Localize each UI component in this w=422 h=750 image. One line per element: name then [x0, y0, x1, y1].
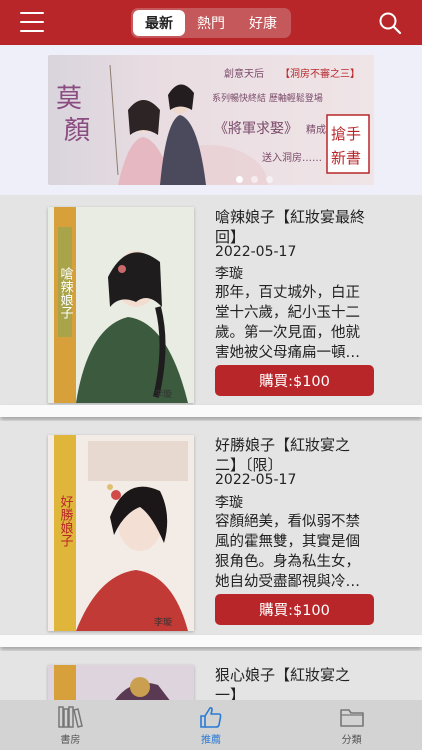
search-icon[interactable]: [378, 11, 402, 35]
tab-popular[interactable]: 熱門: [185, 10, 237, 36]
thumbs-up-icon: [200, 706, 222, 728]
banner-line2: 系列暢快終結 歷軸輕鬆登場: [212, 92, 323, 104]
bookshelf-icon: [58, 706, 84, 728]
book-description: 那年，百丈城外，白正堂十六歲，紀小玉十二歲。第一次見面，他就害她被父母痛扁一頓…: [215, 285, 360, 361]
book-description: 容顏絕美，看似弱不禁風的霍無雙，其實是個狠角色。身為私生女，她自幼受盡鄙視與冷…: [215, 514, 360, 590]
banner-logo-top: 莫: [56, 84, 82, 114]
book-title[interactable]: 狠心娘子【紅妝宴之一】: [215, 665, 365, 705]
banner-area: 莫 顏 創意天后 【洞房不審之三】 系列暢快終結 歷軸輕鬆登場 《將軍求娶》 精…: [0, 45, 422, 195]
nav-label: 分類: [341, 735, 362, 746]
book-cover[interactable]: 好勝娘子 李璇: [48, 435, 194, 631]
tab-deals[interactable]: 好康: [237, 10, 289, 36]
nav-label: 書房: [60, 735, 81, 746]
bottom-nav: 書房 推薦 分類: [0, 700, 422, 750]
carousel-dot[interactable]: [236, 176, 243, 183]
book-date: 2022-05-17: [215, 472, 297, 488]
buy-button[interactable]: 購買:$100: [215, 365, 374, 396]
divider: [0, 405, 422, 417]
nav-recommend[interactable]: 推薦: [141, 700, 282, 750]
cover-author: 李璇: [154, 388, 172, 400]
book-author: 李璇: [215, 495, 243, 511]
divider: [0, 635, 422, 647]
book-item[interactable]: 嗆辣娘子 李璇 嗆辣娘子【紅妝宴最終回】 2022-05-17 李璇 那年，百丈…: [0, 195, 422, 405]
book-date: 2022-05-17: [215, 244, 297, 260]
book-author: 李璇: [215, 266, 243, 282]
carousel-dots[interactable]: [236, 176, 273, 183]
cover-author: 李璇: [154, 616, 172, 628]
banner-book-title: 《將軍求娶》: [214, 121, 298, 137]
tab-latest[interactable]: 最新: [133, 10, 185, 36]
banner-line1-tag: 【洞房不審之三】: [280, 67, 360, 80]
book-title[interactable]: 嗆辣娘子【紅妝宴最終回】: [215, 207, 365, 247]
banner-line4: 送入洞房……: [262, 151, 322, 164]
promo-banner[interactable]: 莫 顏 創意天后 【洞房不審之三】 系列暢快終結 歷軸輕鬆登場 《將軍求娶》 精…: [48, 55, 374, 185]
nav-categories[interactable]: 分類: [281, 700, 422, 750]
cover-title: 好勝娘子: [58, 495, 74, 547]
book-title[interactable]: 好勝娘子【紅妝宴之二】〔限〕: [215, 435, 365, 475]
banner-logo-bottom: 顏: [64, 116, 90, 146]
carousel-dot[interactable]: [266, 176, 273, 183]
nav-label: 推薦: [201, 735, 221, 746]
book-cover[interactable]: 嗆辣娘子 李璇: [48, 207, 194, 403]
book-item[interactable]: 好勝娘子 李璇 好勝娘子【紅妝宴之二】〔限〕 2022-05-17 李璇 容顏絕…: [0, 421, 422, 635]
folder-icon: [339, 709, 364, 727]
nav-bookshelf[interactable]: 書房: [0, 700, 141, 750]
buy-button[interactable]: 購買:$100: [215, 594, 374, 625]
banner-stamp-top: 搶手: [331, 125, 361, 143]
banner-line1: 創意天后: [224, 67, 264, 80]
hamburger-menu-icon[interactable]: [20, 12, 44, 32]
banner-stamp-bottom: 新書: [331, 149, 361, 167]
tab-bar: 最新 熱門 好康: [131, 8, 291, 38]
cover-title: 嗆辣娘子: [58, 266, 74, 319]
top-bar: 最新 熱門 好康: [0, 0, 422, 45]
carousel-dot[interactable]: [251, 176, 258, 183]
banner-artwork: 莫 顏 創意天后 【洞房不審之三】 系列暢快終結 歷軸輕鬆登場 《將軍求娶》 精…: [48, 55, 374, 185]
